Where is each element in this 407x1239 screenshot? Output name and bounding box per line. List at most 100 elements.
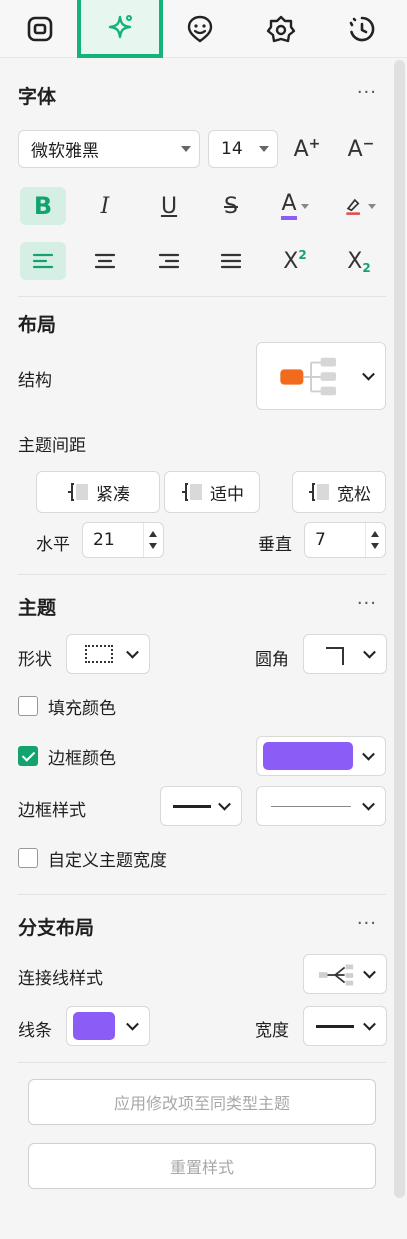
- custom-width-checkbox[interactable]: [18, 848, 38, 868]
- align-right-button[interactable]: [146, 242, 192, 280]
- divider: [18, 296, 386, 297]
- highlight-button[interactable]: [336, 187, 382, 225]
- chevron-down-icon: [126, 1017, 139, 1031]
- bold-label: B: [33, 192, 53, 220]
- text-color-label: A: [281, 192, 297, 220]
- connector-icon: [318, 964, 354, 986]
- bracket-topic-icon: [309, 483, 329, 501]
- justify-button[interactable]: [208, 242, 254, 280]
- stepper-down-icon[interactable]: [371, 543, 379, 549]
- chevron-down-icon: [363, 645, 376, 659]
- custom-width-label: 自定义主题宽度: [48, 851, 167, 871]
- layout-section-title: 布局: [18, 314, 57, 336]
- highlighter-icon: [345, 198, 360, 215]
- vertical-stepper[interactable]: [365, 523, 385, 557]
- structure-select[interactable]: [256, 342, 386, 410]
- clock-icon: [349, 16, 375, 42]
- mindmap-structure-icon: [280, 357, 336, 396]
- tab-history[interactable]: [322, 0, 402, 58]
- border-dash-select[interactable]: [256, 786, 386, 826]
- face-icon: [187, 15, 213, 43]
- branch-more-button[interactable]: ···: [357, 913, 377, 934]
- horizontal-stepper[interactable]: [143, 523, 163, 557]
- dotted-rect-icon: [85, 645, 113, 663]
- tab-badge[interactable]: [241, 0, 321, 58]
- caret-down-icon: [300, 203, 309, 209]
- connector-style-select[interactable]: [303, 954, 387, 994]
- border-color-swatch: [263, 742, 353, 770]
- spacing-loose-label: 宽松: [337, 484, 371, 505]
- fill-color-label: 填充颜色: [48, 699, 116, 719]
- chevron-down-icon: [363, 965, 376, 979]
- subscript-button[interactable]: X2: [336, 242, 382, 280]
- spacing-loose-button[interactable]: 宽松: [292, 471, 386, 513]
- superscript-label: X: [283, 248, 299, 274]
- solid-line-icon: [173, 805, 211, 808]
- branch-section-title: 分支布局: [18, 917, 95, 939]
- underline-label: U: [160, 193, 178, 219]
- spacing-medium-label: 适中: [210, 484, 244, 505]
- underline-button[interactable]: U: [146, 187, 192, 225]
- horizontal-spacing-input[interactable]: 21: [82, 522, 164, 558]
- chevron-down-icon: [363, 1017, 376, 1031]
- spacing-compact-label: 紧凑: [96, 484, 130, 505]
- border-color-select[interactable]: [256, 736, 386, 776]
- tab-frame[interactable]: [0, 0, 80, 58]
- thin-line-icon: [271, 806, 351, 807]
- spacing-medium-button[interactable]: 适中: [164, 471, 260, 513]
- text-color-button[interactable]: A: [272, 187, 318, 225]
- line-color-swatch: [73, 1012, 115, 1040]
- divider: [18, 894, 386, 895]
- scrollbar[interactable]: [394, 60, 405, 1198]
- divider: [18, 574, 386, 575]
- increase-font-button[interactable]: A +: [284, 130, 330, 168]
- align-center-button[interactable]: [82, 242, 128, 280]
- align-center-icon: [94, 253, 116, 269]
- apply-to-same-type-button[interactable]: 应用修改项至同类型主题: [28, 1079, 376, 1125]
- topic-section-title: 主题: [18, 597, 57, 619]
- font-size-select[interactable]: 14: [208, 130, 278, 168]
- italic-button[interactable]: I: [82, 187, 128, 225]
- connector-style-label: 连接线样式: [18, 969, 103, 989]
- align-left-button[interactable]: [20, 242, 66, 280]
- superscript-button[interactable]: X2: [272, 242, 318, 280]
- shape-select[interactable]: [66, 634, 150, 674]
- tab-face[interactable]: [160, 0, 240, 58]
- line-width-select[interactable]: [303, 1006, 387, 1046]
- decrease-font-label: A: [347, 136, 363, 162]
- fill-color-checkbox[interactable]: [18, 696, 38, 716]
- vertical-label: 垂直: [258, 535, 292, 555]
- reset-style-button[interactable]: 重置样式: [28, 1143, 376, 1189]
- vertical-spacing-value: 7: [315, 530, 326, 550]
- border-color-label: 边框颜色: [48, 749, 116, 769]
- frame-icon: [27, 16, 53, 42]
- bold-button[interactable]: B: [20, 187, 66, 225]
- font-family-select[interactable]: 微软雅黑: [18, 130, 200, 168]
- superscript-mark: 2: [298, 248, 307, 262]
- line-label: 线条: [18, 1021, 52, 1041]
- spacing-compact-button[interactable]: 紧凑: [36, 471, 160, 513]
- caret-down-icon: [259, 146, 269, 152]
- vertical-spacing-input[interactable]: 7: [304, 522, 386, 558]
- badge-icon: [266, 15, 296, 43]
- font-family-value: 微软雅黑: [31, 141, 99, 162]
- divider: [18, 1062, 386, 1063]
- topic-more-button[interactable]: ···: [357, 593, 377, 614]
- corner-select[interactable]: [303, 634, 387, 674]
- width-label: 宽度: [255, 1021, 289, 1041]
- horizontal-label: 水平: [36, 535, 70, 555]
- chevron-down-icon: [362, 367, 375, 381]
- strikethrough-button[interactable]: S: [208, 187, 254, 225]
- stepper-up-icon[interactable]: [149, 531, 157, 537]
- subscript-mark: 2: [362, 261, 371, 275]
- decrease-font-button[interactable]: A −: [338, 130, 384, 168]
- tab-style[interactable]: [77, 0, 163, 58]
- border-weight-select[interactable]: [160, 786, 242, 826]
- bracket-topic-icon: [182, 483, 202, 501]
- stepper-up-icon[interactable]: [371, 531, 379, 537]
- stepper-down-icon[interactable]: [149, 543, 157, 549]
- border-color-checkbox[interactable]: [18, 746, 38, 766]
- line-color-select[interactable]: [66, 1006, 150, 1046]
- top-tab-bar: [0, 0, 407, 58]
- font-more-button[interactable]: ···: [357, 82, 377, 103]
